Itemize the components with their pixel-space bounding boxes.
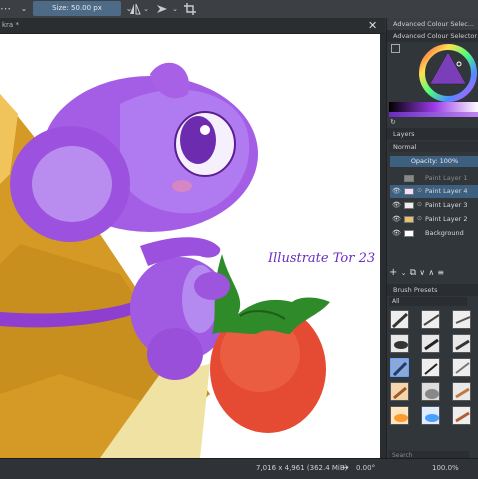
value-slider[interactable] [389,102,478,112]
document-tab[interactable]: kra * ✕ [0,18,385,34]
brush-preset[interactable] [390,310,409,329]
eye-icon[interactable]: 👁 [392,213,401,226]
layer-thumbnail [404,202,414,209]
saturation-slider[interactable] [389,112,478,117]
chevron-down-icon[interactable]: ⌄ [171,0,179,18]
layer-name: Background [425,229,464,237]
brush-preset[interactable] [390,382,409,401]
artwork: Illustrate Tor 23 [0,62,375,458]
alpha-lock-icon[interactable]: ⊙ [417,184,422,197]
tool-options-toolbar: ⋯ ⌄ Size: 50.00 px ⌄ ⌄ ⌄ [0,0,478,18]
settings-icon[interactable] [391,44,400,53]
layer-row[interactable]: 👁 ⊙ Paint Layer 2 [390,213,478,226]
move-up-icon[interactable]: ∧ [428,268,434,277]
alpha-lock-icon[interactable]: ⊙ [417,212,422,225]
brush-preset[interactable] [421,334,440,353]
eye-icon[interactable]: 👁 [392,227,401,240]
crop-icon[interactable] [183,0,197,18]
brush-size-field[interactable]: Size: 50.00 px [33,1,121,16]
brush-preset[interactable] [452,310,471,329]
brush-preset[interactable] [452,406,471,425]
brush-preset[interactable] [421,382,440,401]
brush-preset[interactable] [421,406,440,425]
opacity-slider[interactable]: Opacity: 100% [390,156,478,167]
right-docker: Advanced Colour Selec... Advanced Colour… [386,18,478,460]
refresh-icon[interactable]: ↻ [390,118,396,126]
zoom-level[interactable]: 100.0% [432,464,459,472]
mirror-icon[interactable] [128,0,142,18]
drawing-canvas[interactable]: Illustrate Tor 23 [0,34,380,458]
options-menu-icon[interactable]: ⋯ [0,0,11,18]
chevron-down-icon[interactable]: ⌄ [19,0,29,18]
layers-panel-title: Layers [387,128,478,140]
brush-preset[interactable] [421,358,440,377]
wraparound-icon[interactable] [155,0,169,18]
layer-thumbnail [404,216,414,223]
blend-mode-select[interactable]: Normal [389,142,478,152]
layer-thumbnail [404,175,414,182]
layer-name: Paint Layer 4 [425,187,468,195]
canvas-dimensions: 7,016 x 4,961 (362.4 MiB) [256,464,348,472]
alpha-lock-icon[interactable]: ⊙ [417,198,422,211]
layer-name: Paint Layer 1 [425,174,468,182]
layer-row[interactable]: 👁 Background [390,227,478,240]
brush-preset[interactable] [452,358,471,377]
layer-name: Paint Layer 3 [425,201,468,209]
layer-actions-toolbar: + ⌄ ⧉ ∨ ∧ ≡ [389,267,478,279]
eye-icon[interactable]: 👁 [392,185,401,198]
add-layer-icon[interactable]: + [389,267,397,278]
layer-thumbnail [404,230,414,237]
brush-preset[interactable] [390,334,409,353]
status-bar: 7,016 x 4,961 (362.4 MiB) ↔ 0.00° 100.0% [0,458,478,479]
color-selector-title: Advanced Colour Selector [387,30,478,42]
chevron-down-icon[interactable]: ⌄ [401,269,407,277]
document-tab-title: kra * [2,21,19,29]
rotate-icon[interactable]: ↔ [342,463,349,472]
layer-row[interactable]: Paint Layer 1 [390,172,478,185]
rotation-value[interactable]: 0.00° [356,464,375,472]
brush-preset[interactable] [452,334,471,353]
brush-preset[interactable] [421,310,440,329]
layer-name: Paint Layer 2 [425,215,468,223]
move-down-icon[interactable]: ∨ [419,268,425,277]
eye-icon[interactable]: 👁 [392,199,401,212]
layer-thumbnail [404,188,414,195]
close-icon[interactable]: ✕ [368,18,377,33]
brush-preset[interactable] [452,382,471,401]
brush-filter-select[interactable]: All [389,297,467,306]
layer-row[interactable]: 👁 ⊙ Paint Layer 3 [390,199,478,212]
layer-row[interactable]: 👁 ⊙ Paint Layer 4 [390,185,478,198]
brush-preset-selected[interactable] [390,358,409,377]
color-wheel[interactable] [419,44,477,102]
duplicate-layer-icon[interactable]: ⧉ [410,268,416,278]
artist-signature: Illustrate Tor 23 [267,251,375,266]
brush-presets-title: Brush Presets [387,284,478,296]
brush-preset[interactable] [390,406,409,425]
color-selector-tab[interactable]: Advanced Colour Selec... [387,18,478,30]
properties-icon[interactable]: ≡ [437,268,444,277]
chevron-down-icon[interactable]: ⌄ [142,0,150,18]
